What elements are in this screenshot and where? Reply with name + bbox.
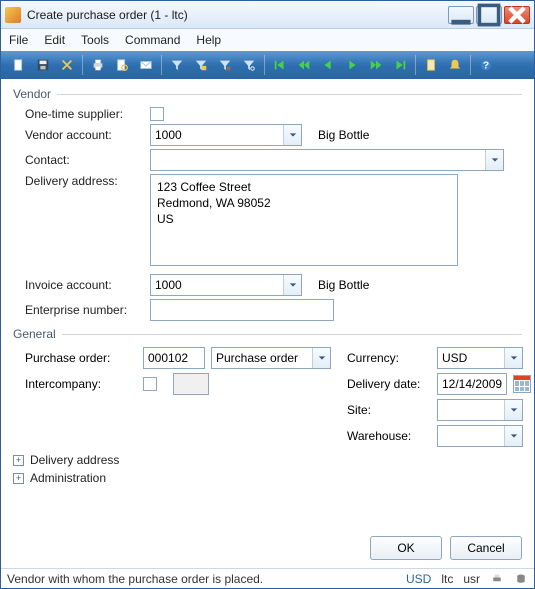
ok-button[interactable]: OK [370,536,442,560]
plus-icon: + [13,473,24,484]
back-icon[interactable] [317,54,339,76]
content-area: Vendor One-time supplier: Vendor account… [1,79,534,532]
menu-edit[interactable]: Edit [44,33,65,47]
site-field[interactable] [437,399,523,421]
prev-icon[interactable] [293,54,315,76]
intercompany-aux-field [173,373,209,395]
delivery-date-field[interactable]: 12/14/2009 [437,373,507,395]
toolbar: ? [1,51,534,79]
general-legend: General [13,327,56,341]
attach-icon[interactable] [420,54,442,76]
maximize-button[interactable] [476,6,502,24]
chevron-down-icon[interactable] [283,125,301,145]
minimize-button[interactable] [448,6,474,24]
filter-selection-icon[interactable] [190,54,212,76]
vendor-account-display: Big Bottle [318,128,369,142]
status-currency[interactable]: USD [406,572,431,586]
currency-field[interactable]: USD [437,347,523,369]
status-print-icon[interactable] [490,572,504,586]
window: Create purchase order (1 - ltc) File Edi… [0,0,535,589]
vendor-account-value: 1000 [155,128,182,142]
filter-lookup-icon[interactable] [238,54,260,76]
plus-icon: + [13,455,24,466]
warehouse-field[interactable] [437,425,523,447]
filter-clear-icon[interactable] [214,54,236,76]
alert-icon[interactable] [444,54,466,76]
chevron-down-icon[interactable] [312,348,330,368]
close-button[interactable] [504,6,530,24]
chevron-down-icon[interactable] [283,275,301,295]
status-user[interactable]: usr [463,572,480,586]
print-icon[interactable] [87,54,109,76]
invoice-account-field[interactable]: 1000 [150,274,302,296]
delivery-address-field[interactable]: 123 Coffee Street Redmond, WA 98052 US [150,174,458,266]
menubar: File Edit Tools Command Help [1,29,534,51]
enterprise-number-label: Enterprise number: [25,303,150,317]
forward-icon[interactable] [341,54,363,76]
titlebar[interactable]: Create purchase order (1 - ltc) [1,1,534,29]
intercompany-checkbox[interactable] [143,377,157,391]
app-icon [5,7,21,23]
statusbar: Vendor with whom the purchase order is p… [1,568,534,588]
currency-label: Currency: [347,351,431,365]
enterprise-number-field[interactable] [150,299,334,321]
status-company[interactable]: ltc [441,572,453,586]
invoice-account-display: Big Bottle [318,278,369,292]
chevron-down-icon[interactable] [504,400,522,420]
delete-icon[interactable] [56,54,78,76]
delivery-address-expander[interactable]: + Delivery address [13,453,522,467]
vendor-legend: Vendor [13,87,51,101]
window-title: Create purchase order (1 - ltc) [27,8,448,22]
first-icon[interactable] [269,54,291,76]
status-message: Vendor with whom the purchase order is p… [7,572,263,586]
menu-help[interactable]: Help [196,33,221,47]
invoice-account-label: Invoice account: [25,278,150,292]
menu-command[interactable]: Command [125,33,180,47]
menu-file[interactable]: File [9,33,28,47]
vendor-account-label: Vendor account: [25,128,150,142]
chevron-down-icon[interactable] [504,348,522,368]
chevron-down-icon[interactable] [485,150,503,170]
one-time-supplier-label: One-time supplier: [25,107,150,121]
save-icon[interactable] [32,54,54,76]
contact-field[interactable] [150,149,504,171]
administration-expander[interactable]: + Administration [13,471,522,485]
chevron-down-icon[interactable] [504,426,522,446]
purchase-order-label: Purchase order: [25,351,137,365]
next-icon[interactable] [365,54,387,76]
last-icon[interactable] [389,54,411,76]
menu-tools[interactable]: Tools [81,33,109,47]
intercompany-label: Intercompany: [25,377,137,391]
svg-text:?: ? [483,60,489,72]
send-icon[interactable] [135,54,157,76]
general-section: General Purchase order: 000102 Purchase … [13,327,522,447]
dialog-buttons: OK Cancel [1,532,534,568]
new-icon[interactable] [8,54,30,76]
one-time-supplier-checkbox[interactable] [150,107,164,121]
invoice-account-value: 1000 [155,278,182,292]
purchase-type-field[interactable]: Purchase order [211,347,331,369]
vendor-account-field[interactable]: 1000 [150,124,302,146]
vendor-section: Vendor One-time supplier: Vendor account… [13,87,522,321]
help-icon[interactable]: ? [475,54,497,76]
cancel-button[interactable]: Cancel [450,536,522,560]
calendar-icon[interactable] [513,375,531,393]
delivery-date-label: Delivery date: [347,377,431,391]
delivery-address-label: Delivery address: [25,174,150,188]
purchase-order-field[interactable]: 000102 [143,347,205,369]
status-db-icon[interactable] [514,572,528,586]
contact-label: Contact: [25,153,150,167]
warehouse-label: Warehouse: [347,429,431,443]
preview-icon[interactable] [111,54,133,76]
filter-icon[interactable] [166,54,188,76]
site-label: Site: [347,403,431,417]
